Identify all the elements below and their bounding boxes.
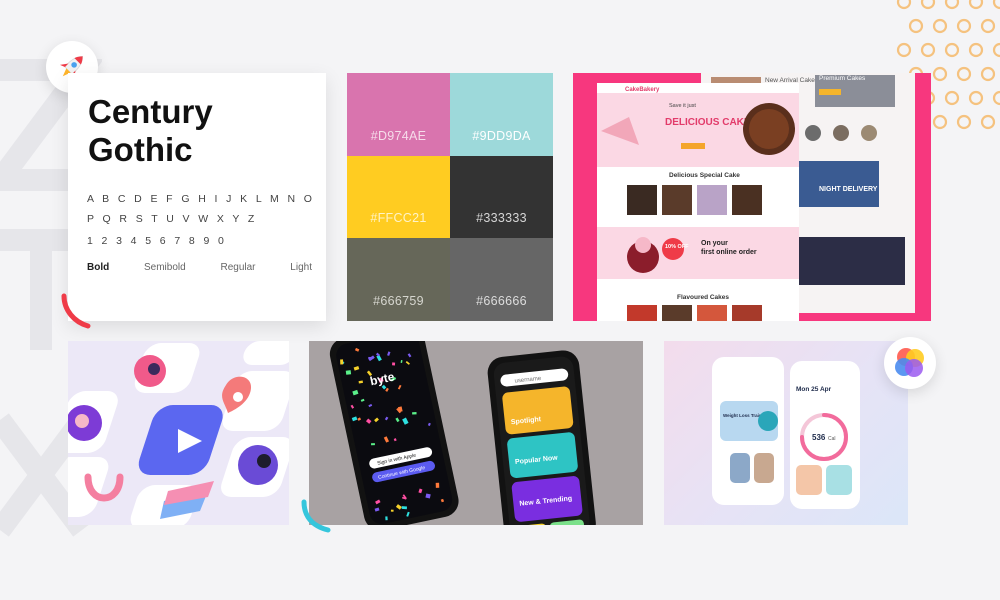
swatch-label: #D974AE	[370, 128, 427, 143]
website-mockup: New Arrival Cakes Premium Cakes NIGHT DE…	[573, 73, 931, 321]
color-palette: #D974AE #9DD9DA #FFCC21 #333333 #666759 …	[347, 73, 553, 321]
confetti-piece	[390, 509, 394, 512]
app-icons-mockup	[68, 341, 289, 525]
app-icons-art	[68, 341, 289, 525]
swatch-3: #333333	[450, 155, 553, 239]
hero-title: DELICIOUS CAKE	[665, 117, 751, 128]
confetti-piece	[368, 356, 374, 359]
font-name-title: Century Gothic	[88, 93, 213, 168]
tab-new-arrival: New Arrival Cakes	[765, 77, 819, 84]
decorative-dot	[980, 114, 996, 130]
swatch-0: #D974AE	[347, 73, 450, 156]
weight-bold: Bold	[87, 262, 110, 273]
color-circles-badge	[884, 337, 936, 389]
swatch-label: #9DD9DA	[472, 128, 531, 143]
confetti-piece	[345, 370, 352, 375]
confetti-piece	[392, 362, 396, 366]
confetti-piece	[340, 359, 344, 365]
tab-premium-cta	[819, 89, 841, 95]
night-delivery-banner	[799, 161, 879, 207]
byte-phones-art: byte Sign in with Apple Continue with Go…	[329, 341, 596, 525]
promo-line1: On your	[701, 240, 728, 247]
date-label: Mon 25 Apr	[796, 386, 832, 393]
banner-night: NIGHT DELIVERY	[819, 186, 878, 193]
decorative-dot	[992, 42, 1000, 58]
decorative-dot	[932, 66, 948, 82]
confetti-piece	[435, 482, 440, 488]
font-weights: Bold Semibold Regular Light	[87, 262, 312, 273]
site-logo: CakeBakery	[625, 87, 660, 93]
section-special: Delicious Special Cake	[669, 172, 740, 179]
swatch-2: #FFCC21	[347, 155, 450, 239]
decorative-dot	[944, 0, 960, 10]
red-swoosh	[61, 293, 91, 329]
decorative-dot	[980, 66, 996, 82]
back-footer	[799, 237, 905, 285]
decorative-dot	[956, 114, 972, 130]
fitness-app-art: Weight Loss Training Mon 25 Apr 536 Cal	[712, 357, 860, 509]
promo-line2: first online order	[701, 249, 757, 256]
decorative-dot	[956, 66, 972, 82]
decorative-dot	[980, 18, 996, 34]
byte-phones-mockup: byte Sign in with Apple Continue with Go…	[309, 341, 643, 525]
alphabet-sample: A B C D E F G H I J K L M N O P Q R S T …	[87, 193, 315, 225]
swatch-label: #FFCC21	[370, 211, 427, 226]
decorative-dot	[968, 42, 984, 58]
decorative-dot	[932, 114, 948, 130]
weight-regular: Regular	[220, 262, 256, 273]
cyan-swoosh	[301, 499, 331, 533]
swatch-label: #666666	[476, 293, 527, 308]
decorative-dot	[896, 0, 912, 10]
decorative-dot	[968, 90, 984, 106]
decorative-dot	[992, 0, 1000, 10]
decorative-dot	[920, 42, 936, 58]
website-mockup-art: New Arrival Cakes Premium Cakes NIGHT DE…	[597, 73, 915, 321]
calories-value: 536	[812, 433, 826, 442]
decorative-dot	[956, 18, 972, 34]
color-circles-icon	[895, 348, 924, 377]
fitness-app-mockup: Weight Loss Training Mon 25 Apr 536 Cal	[664, 341, 908, 525]
decorative-dot	[908, 18, 924, 34]
confetti-piece	[412, 412, 417, 415]
hero-kicker: Save it just	[669, 103, 696, 109]
swatch-1: #9DD9DA	[450, 73, 553, 156]
swatch-5: #666666	[450, 238, 553, 321]
confetti-piece	[385, 516, 388, 521]
confetti-piece	[370, 443, 375, 446]
promo-strip	[597, 227, 799, 279]
digits-sample: 1 2 3 4 5 6 7 8 9 0	[87, 235, 227, 247]
weight-semibold: Semibold	[144, 262, 186, 273]
decorative-dot	[920, 0, 936, 10]
decorative-dot	[896, 42, 912, 58]
decorative-dot	[968, 0, 984, 10]
confetti-piece	[401, 506, 408, 510]
swatch-4: #666759	[347, 238, 450, 321]
typography-card: Century Gothic A B C D E F G H I J K L M…	[68, 73, 326, 321]
section-flavoured: Flavoured Cakes	[677, 294, 729, 301]
swatch-label: #333333	[476, 211, 527, 226]
promo-off: 10% OFF	[665, 244, 689, 250]
decorative-dot	[944, 90, 960, 106]
decorative-dot	[992, 90, 1000, 106]
tab-premium: Premium Cakes	[819, 75, 866, 82]
weight-light: Light	[290, 262, 312, 273]
swatch-label: #666759	[373, 293, 424, 308]
decorative-dot	[932, 18, 948, 34]
calories-unit: Cal	[828, 436, 836, 442]
decorative-dot	[944, 42, 960, 58]
